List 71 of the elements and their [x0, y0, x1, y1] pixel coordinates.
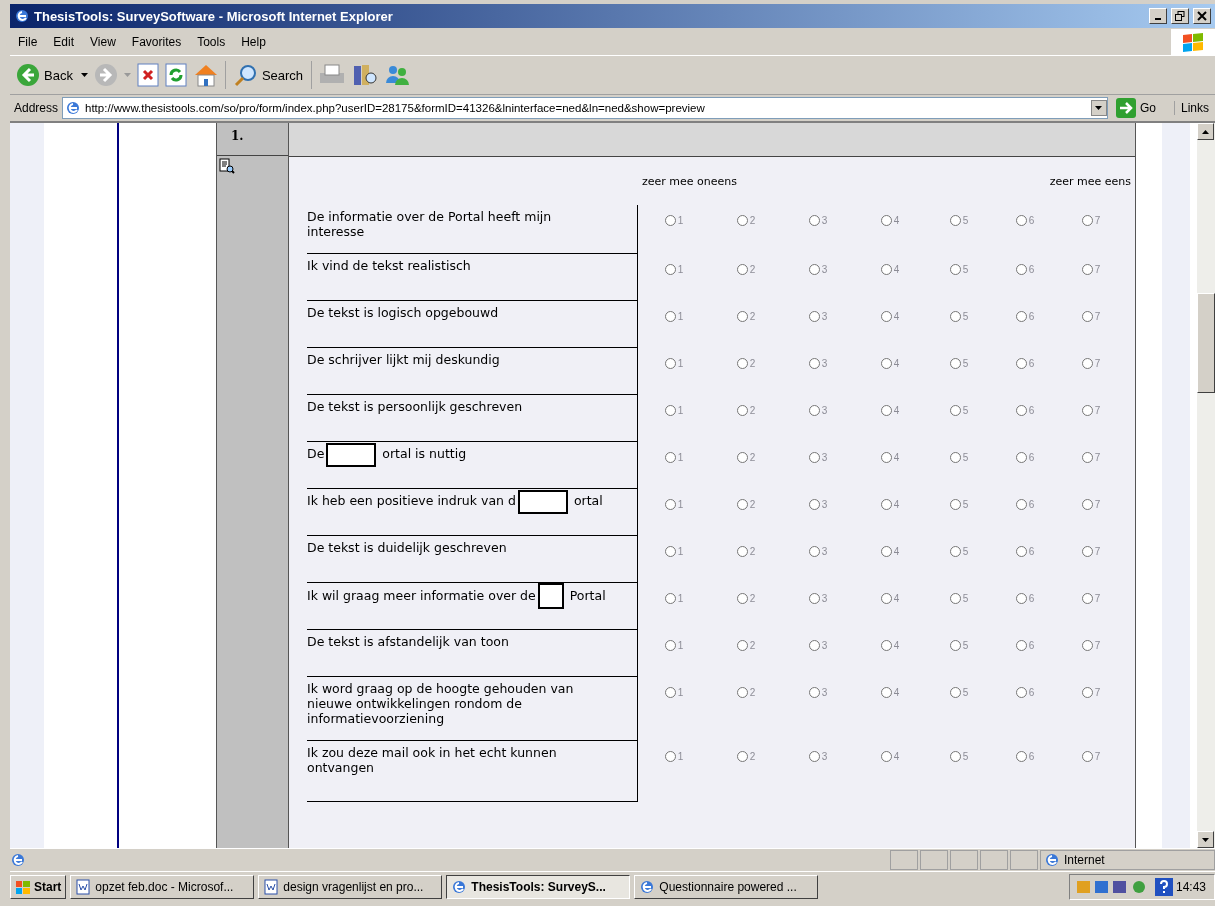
- stop-icon[interactable]: [136, 63, 159, 87]
- redaction-box: [517, 489, 568, 514]
- page-icon: [10, 852, 26, 868]
- statement-text: De tekst is duidelijk geschreven: [307, 535, 638, 583]
- status-panel: [1010, 850, 1038, 870]
- menu-item[interactable]: File: [10, 34, 46, 49]
- help-icon[interactable]: [1154, 878, 1173, 896]
- page-icon: [65, 100, 82, 116]
- address-label: Address: [14, 101, 59, 115]
- status-panel: [920, 850, 948, 870]
- search-icon: [233, 63, 258, 87]
- scroll-up-button[interactable]: [1197, 123, 1214, 140]
- statement-text: De tekst is persoonlijk geschreven: [307, 394, 638, 442]
- taskbar-button[interactable]: Questionnaire powered ...: [634, 875, 819, 899]
- globe-icon: [1044, 852, 1060, 868]
- window-title: ThesisTools: SurveySoftware - Microsoft Internet Explorer: [34, 8, 394, 24]
- down-arrow-icon: [1202, 837, 1209, 842]
- scroll-down-button[interactable]: [1197, 831, 1214, 848]
- up-arrow-icon: [1202, 129, 1209, 134]
- menu-item[interactable]: View: [82, 34, 124, 49]
- refresh-icon[interactable]: [164, 63, 187, 87]
- menu-item[interactable]: Favorites: [123, 34, 190, 49]
- menu-item[interactable]: Help: [233, 34, 274, 49]
- statement-text: Ik vind de tekst realistisch: [307, 253, 638, 301]
- dropdown-button[interactable]: [1090, 100, 1107, 116]
- status-panel: [980, 850, 1008, 870]
- go-button[interactable]: Go: [1111, 98, 1170, 118]
- taskbar-button[interactable]: opzet feb.doc - Microsof...: [70, 875, 255, 899]
- statement-text: De ortal is nuttig: [307, 441, 638, 489]
- statement-text: Ik zou deze mail ook in het echt kunnen ontvangen: [307, 740, 638, 802]
- statement-text: De schrijver lijkt mij deskundig: [307, 347, 638, 395]
- statement-text: De tekst is logisch opgebouwd: [307, 300, 638, 348]
- redaction-box: [537, 583, 564, 609]
- statement-text: De informatie over de Portal heeft mijn interesse: [307, 205, 638, 254]
- browser-icon: [639, 879, 656, 895]
- menu-item[interactable]: Edit: [45, 34, 83, 49]
- scrollbar-thumb[interactable]: [1197, 293, 1215, 393]
- browser-icon: [451, 879, 468, 895]
- scale-low-label: zeer mee oneens: [641, 175, 738, 190]
- links-button[interactable]: Links: [1174, 101, 1215, 115]
- books-magnifier-icon[interactable]: [352, 63, 379, 87]
- document-icon: [75, 879, 92, 895]
- statement-text: Ik heb een positieve indruk van d ortal: [307, 488, 638, 536]
- menu-item[interactable]: Tools: [189, 34, 234, 49]
- redaction-box: [326, 442, 377, 467]
- minimize-button[interactable]: [1149, 8, 1167, 24]
- caret-icon: [1095, 106, 1103, 110]
- zone-label: Internet: [1064, 853, 1105, 867]
- statement-text: Ik wil graag meer informatie over de Portal: [307, 582, 638, 630]
- start-button[interactable]: Start: [10, 875, 67, 899]
- flag-logo-icon: [15, 880, 31, 894]
- flag-logo-icon: [1182, 31, 1204, 52]
- browser-icon: [14, 8, 30, 24]
- preview-icon[interactable]: [219, 158, 235, 174]
- status-panel: [890, 850, 918, 870]
- document-icon: [263, 879, 280, 895]
- statement-text: De tekst is afstandelijk van toon: [307, 629, 638, 677]
- status-panel: [950, 850, 978, 870]
- clock: 14:43: [1175, 880, 1206, 894]
- taskbar-button[interactable]: design vragenlijst en pro...: [258, 875, 443, 899]
- statement-text: Ik word graag op de hoogte gehouden van nieuwe ontwikkelingen rondom de informatievoorziening: [307, 676, 638, 741]
- address-field[interactable]: http://www.thesistools.com/so/pro/form/index.php?userID=28175&formID=41326&lninterface=ned&ln=ned&show=preview: [62, 97, 1108, 119]
- dropdown-arrow-icon[interactable]: [80, 73, 88, 77]
- question-number: 1.: [217, 123, 288, 156]
- close-button[interactable]: [1193, 8, 1211, 24]
- taskbar-button[interactable]: ThesisTools: SurveyS...: [446, 875, 631, 899]
- search-button[interactable]: Search: [231, 61, 306, 89]
- back-button[interactable]: Back: [14, 61, 75, 89]
- restore-button[interactable]: [1171, 8, 1189, 24]
- scale-high-label: zeer mee eens: [1049, 175, 1132, 190]
- arrow-icon: [1115, 98, 1136, 118]
